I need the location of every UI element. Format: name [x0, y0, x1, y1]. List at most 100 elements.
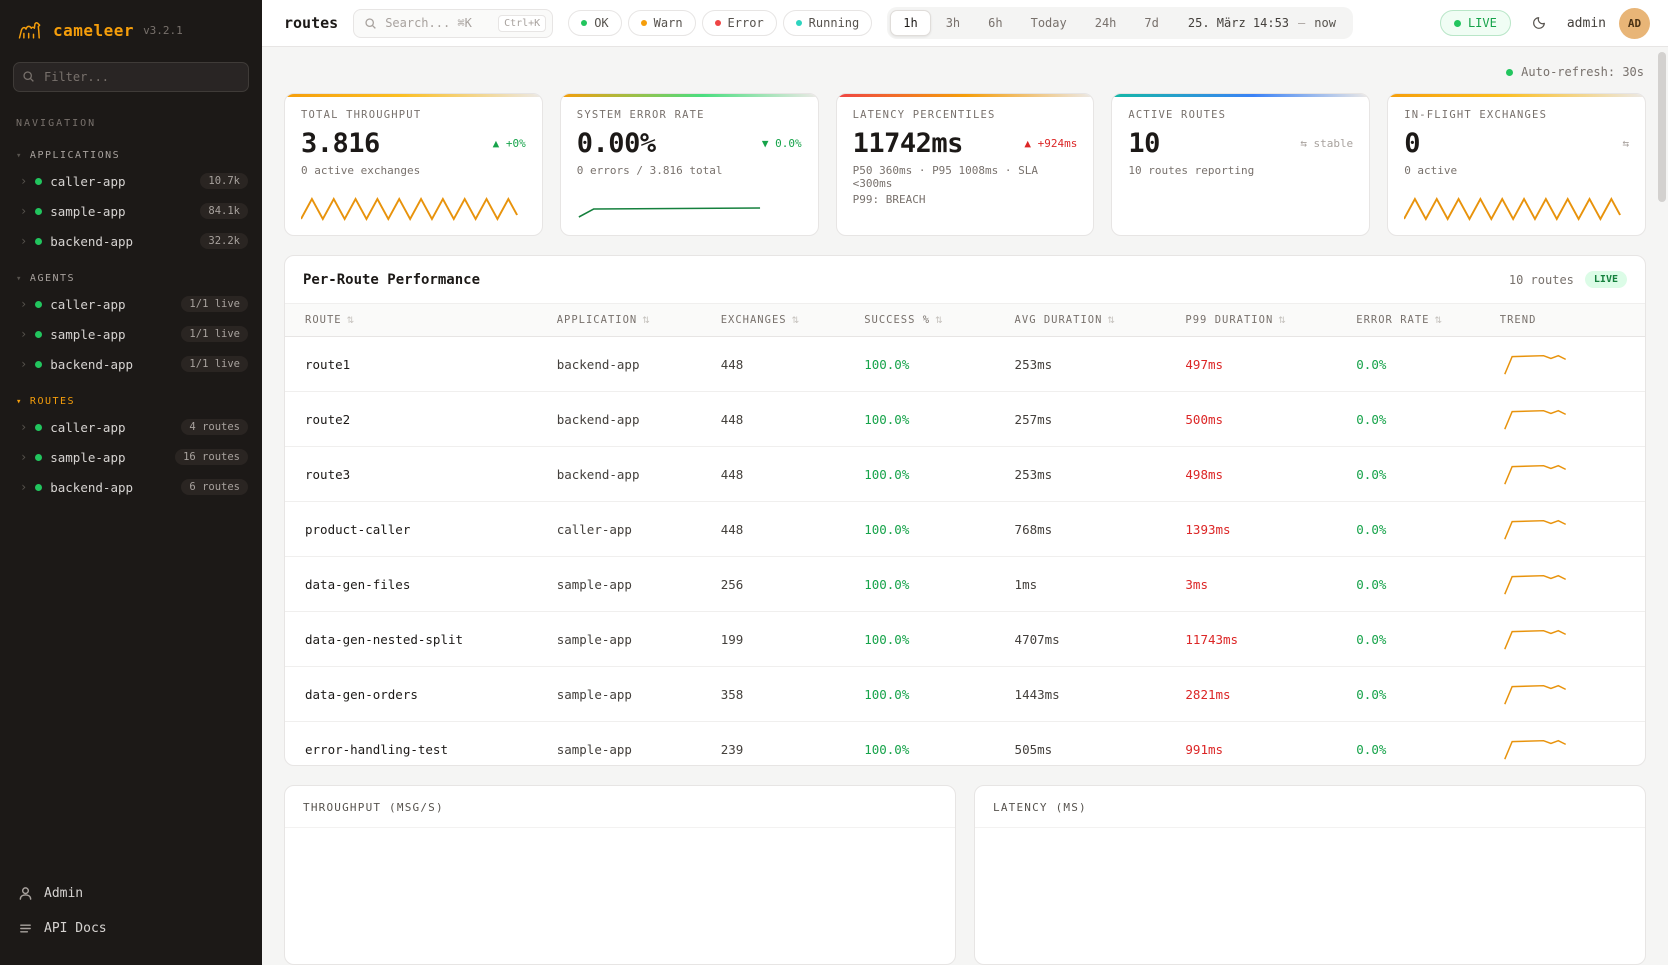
card-accent-bar: [837, 94, 1094, 97]
in-flight-sparkline: [1404, 191, 1622, 225]
scrollbar[interactable]: [1658, 52, 1666, 959]
time-range-group: 1h 3h 6h Today 24h 7d 25. März 14:53 — n…: [887, 7, 1353, 39]
status-dot-icon: [35, 454, 42, 461]
error-rate-cell: 0.0%: [1344, 612, 1488, 667]
sidebar-item-routes-caller-app[interactable]: › caller-app 4 routes: [0, 412, 262, 442]
section-header-applications[interactable]: ▾ APPLICATIONS: [0, 145, 262, 166]
table-row[interactable]: data-gen-files sample-app 256 100.0% 1ms…: [285, 557, 1645, 612]
table-header-row: ROUTE⇅ APPLICATION⇅ EXCHANGES⇅ SUCCESS %…: [285, 304, 1645, 337]
sidebar-item-agents-sample-app[interactable]: › sample-app 1/1 live: [0, 319, 262, 349]
table-row[interactable]: product-caller caller-app 448 100.0% 768…: [285, 502, 1645, 557]
table-row[interactable]: route3 backend-app 448 100.0% 253ms 498m…: [285, 447, 1645, 502]
live-toggle[interactable]: LIVE: [1440, 10, 1511, 36]
sort-icon: ⇅: [792, 316, 801, 326]
range-7d-button[interactable]: 7d: [1131, 10, 1171, 36]
date-range-display[interactable]: 25. März 14:53 — now: [1174, 16, 1350, 30]
list-icon: [18, 921, 33, 936]
avatar[interactable]: AD: [1619, 8, 1650, 39]
route-cell: data-gen-nested-split: [285, 612, 545, 667]
filter-warn-button[interactable]: Warn: [628, 10, 696, 36]
sidebar-filter: [13, 62, 249, 92]
status-dot-icon: [35, 238, 42, 245]
status-filters: OK Warn Error Running: [568, 10, 872, 36]
col-success[interactable]: SUCCESS %⇅: [852, 304, 1002, 337]
error-rate-cell: 0.0%: [1344, 722, 1488, 767]
stat-card-latency: LATENCY PERCENTILES 11742ms ▲ +924ms P50…: [836, 93, 1095, 236]
col-p99-duration[interactable]: P99 DURATION⇅: [1173, 304, 1344, 337]
chevron-right-icon: ›: [20, 235, 27, 247]
application-cell: sample-app: [545, 667, 709, 722]
sort-icon: ⇅: [1107, 316, 1116, 326]
table-header-bar: Per-Route Performance 10 routes LIVE: [285, 256, 1645, 303]
range-3h-button[interactable]: 3h: [933, 10, 973, 36]
range-today-button[interactable]: Today: [1018, 10, 1080, 36]
sidebar-item-agents-caller-app[interactable]: › caller-app 1/1 live: [0, 289, 262, 319]
content: Auto-refresh: 30s TOTAL THROUGHPUT 3.816…: [262, 47, 1668, 965]
table-row[interactable]: data-gen-orders sample-app 358 100.0% 14…: [285, 667, 1645, 722]
col-exchanges[interactable]: EXCHANGES⇅: [709, 304, 853, 337]
col-trend[interactable]: TREND: [1488, 304, 1645, 337]
table-row[interactable]: route2 backend-app 448 100.0% 257ms 500m…: [285, 392, 1645, 447]
stat-label: IN-FLIGHT EXCHANGES: [1404, 109, 1629, 121]
sidebar-item-admin[interactable]: Admin: [18, 877, 244, 910]
section-header-routes[interactable]: ▾ ROUTES: [0, 391, 262, 412]
sidebar-item-applications-caller-app[interactable]: › caller-app 10.7k: [0, 166, 262, 196]
table-row[interactable]: route1 backend-app 448 100.0% 253ms 497m…: [285, 337, 1645, 392]
exchanges-cell: 199: [709, 612, 853, 667]
topbar: routes Ctrl+K OK Warn Error Running: [262, 0, 1668, 47]
running-dot-icon: [796, 20, 802, 26]
table-row[interactable]: error-handling-test sample-app 239 100.0…: [285, 722, 1645, 767]
dark-mode-toggle[interactable]: [1524, 8, 1554, 38]
caret-down-icon: ▾: [16, 151, 23, 161]
success-cell: 100.0%: [852, 557, 1002, 612]
stat-subtext: 0 active exchanges: [301, 164, 526, 177]
search-input[interactable]: [385, 16, 490, 30]
col-avg-duration[interactable]: AVG DURATION⇅: [1003, 304, 1174, 337]
error-rate-cell: 0.0%: [1344, 502, 1488, 557]
error-dot-icon: [715, 20, 721, 26]
sidebar-filter-input[interactable]: [13, 62, 249, 92]
stat-label: ACTIVE ROUTES: [1128, 109, 1353, 121]
sidebar-item-routes-sample-app[interactable]: › sample-app 16 routes: [0, 442, 262, 472]
error-rate-cell: 0.0%: [1344, 392, 1488, 447]
search-icon: [22, 70, 35, 83]
item-badge: 4 routes: [181, 419, 248, 435]
stat-subtext-2: P99: BREACH: [853, 193, 1078, 206]
col-application[interactable]: APPLICATION⇅: [545, 304, 709, 337]
filter-running-button[interactable]: Running: [783, 10, 873, 36]
sidebar-item-routes-backend-app[interactable]: › backend-app 6 routes: [0, 472, 262, 502]
filter-ok-button[interactable]: OK: [568, 10, 621, 36]
p99-duration-cell: 2821ms: [1173, 667, 1344, 722]
user-name: admin: [1567, 16, 1606, 31]
exchanges-cell: 448: [709, 337, 853, 392]
caret-down-icon: ▾: [16, 274, 23, 284]
route-cell: data-gen-files: [285, 557, 545, 612]
sort-icon: ⇅: [347, 316, 356, 326]
trend-sparkline: [1500, 352, 1576, 376]
trend-cell: [1488, 722, 1645, 767]
sidebar-item-applications-sample-app[interactable]: › sample-app 84.1k: [0, 196, 262, 226]
scrollbar-thumb[interactable]: [1658, 52, 1666, 202]
range-1h-button[interactable]: 1h: [890, 10, 930, 36]
range-24h-button[interactable]: 24h: [1082, 10, 1130, 36]
item-badge: 6 routes: [181, 479, 248, 495]
error-rate-cell: 0.0%: [1344, 337, 1488, 392]
col-route[interactable]: ROUTE⇅: [285, 304, 545, 337]
section-label: ROUTES: [30, 396, 75, 407]
app-version: v3.2.1: [143, 24, 183, 37]
table-row[interactable]: data-gen-nested-split sample-app 199 100…: [285, 612, 1645, 667]
section-header-agents[interactable]: ▾ AGENTS: [0, 268, 262, 289]
sidebar-item-applications-backend-app[interactable]: › backend-app 32.2k: [0, 226, 262, 256]
range-6h-button[interactable]: 6h: [975, 10, 1015, 36]
section-label: AGENTS: [30, 273, 75, 284]
trend-cell: [1488, 447, 1645, 502]
filter-error-button[interactable]: Error: [702, 10, 777, 36]
trend-sparkline: [1500, 517, 1576, 541]
col-error-rate[interactable]: ERROR RATE⇅: [1344, 304, 1488, 337]
success-cell: 100.0%: [852, 667, 1002, 722]
sidebar-item-api-docs[interactable]: API Docs: [18, 912, 244, 945]
sidebar-item-agents-backend-app[interactable]: › backend-app 1/1 live: [0, 349, 262, 379]
search-box[interactable]: Ctrl+K: [353, 9, 553, 38]
status-dot-icon: [35, 424, 42, 431]
main-area: routes Ctrl+K OK Warn Error Running: [262, 0, 1668, 965]
